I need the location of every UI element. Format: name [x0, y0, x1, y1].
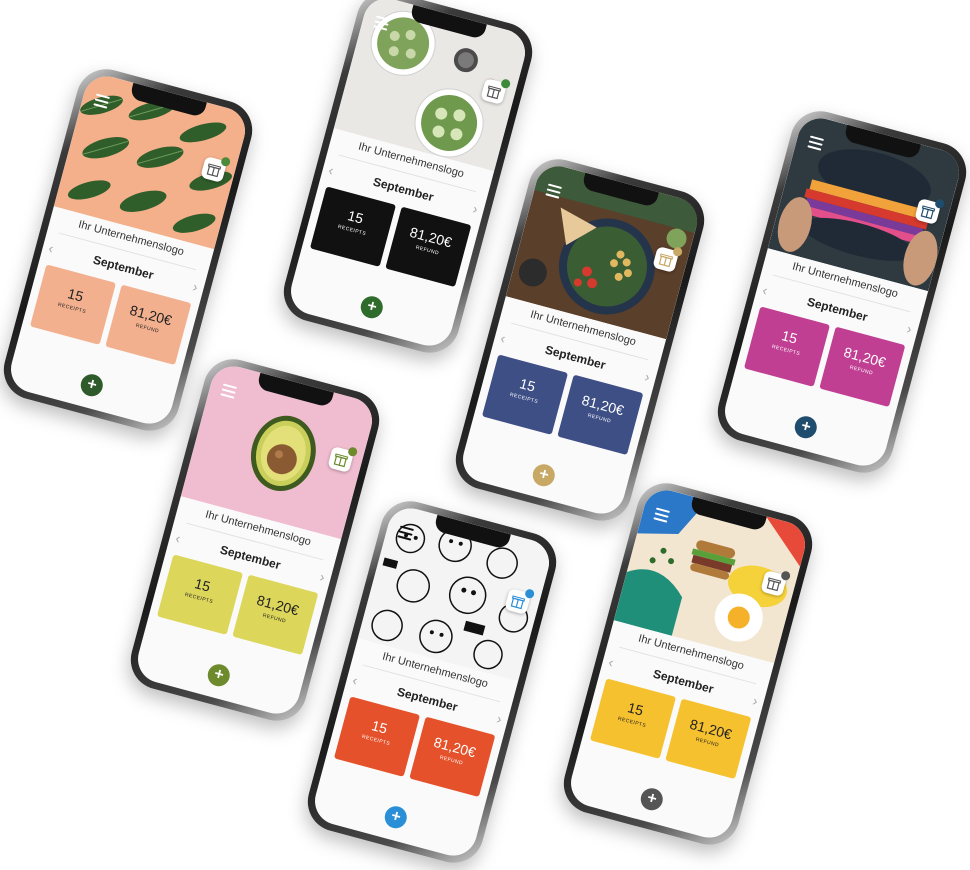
refund-tile[interactable]: 81,20€ REFUND	[385, 206, 472, 288]
app-screen: Ihr Unternehmenslogo ‹ September › 15 RE…	[309, 503, 555, 861]
phone-mockup-colorful-food: Ihr Unternehmenslogo ‹ September › 15 RE…	[557, 476, 819, 852]
add-receipt-button[interactable]: +	[358, 293, 386, 321]
receipts-tile[interactable]: 15 RECEIPTS	[333, 696, 421, 777]
receipts-tile[interactable]: 15 RECEIPTS	[156, 554, 244, 635]
receipts-tile[interactable]: 15 RECEIPTS	[743, 306, 831, 387]
add-receipt-button[interactable]: +	[638, 785, 666, 813]
refund-tile[interactable]: 81,20€ REFUND	[232, 574, 319, 656]
refund-tile[interactable]: 81,20€ REFUND	[819, 326, 906, 408]
refund-tile[interactable]: 81,20€ REFUND	[409, 716, 496, 798]
refund-tile[interactable]: 81,20€ REFUND	[665, 698, 752, 780]
refund-tile[interactable]: 81,20€ REFUND	[557, 374, 644, 456]
add-receipt-button[interactable]: +	[382, 803, 410, 831]
refund-tile[interactable]: 81,20€ REFUND	[105, 284, 192, 366]
add-receipt-button[interactable]: +	[205, 661, 233, 689]
receipts-tile[interactable]: 15 RECEIPTS	[589, 678, 677, 759]
plus-icon: +	[85, 375, 99, 395]
receipts-tile[interactable]: 15 RECEIPTS	[309, 186, 397, 267]
plus-icon: +	[212, 665, 226, 685]
add-receipt-button[interactable]: +	[78, 371, 106, 399]
plus-icon: +	[389, 807, 403, 827]
app-screen: Ihr Unternehmenslogo ‹ September › 15 RE…	[565, 485, 811, 843]
receipts-tile[interactable]: 15 RECEIPTS	[481, 354, 569, 435]
phone-mockup-burger: Ihr Unternehmenslogo ‹ September › 15 RE…	[711, 104, 970, 480]
add-receipt-button[interactable]: +	[792, 413, 820, 441]
plus-icon: +	[799, 417, 813, 437]
app-screen: Ihr Unternehmenslogo ‹ September › 15 RE…	[457, 161, 703, 519]
receipts-tile[interactable]: 15 RECEIPTS	[29, 264, 117, 345]
app-screen: Ihr Unternehmenslogo ‹ September › 15 RE…	[719, 113, 965, 471]
add-receipt-button[interactable]: +	[530, 461, 558, 489]
plus-icon: +	[645, 789, 659, 809]
plus-icon: +	[365, 297, 379, 317]
plus-icon: +	[537, 465, 551, 485]
